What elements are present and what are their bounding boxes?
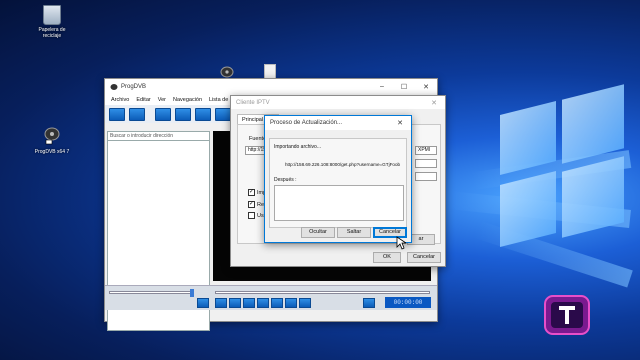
menu-item-navegacion[interactable]: Navegación — [173, 97, 202, 103]
menu-item-editar[interactable]: Editar — [136, 97, 150, 103]
playback-button[interactable] — [229, 298, 241, 308]
close-button[interactable]: ✕ — [423, 96, 445, 109]
importing-label: Importando archivo... — [274, 144, 321, 150]
option-select[interactable] — [415, 159, 437, 168]
update-progress-dialog: Proceso de Actualización... ✕ Importando… — [264, 115, 412, 243]
desktop-icon-progdvb[interactable]: ProgDVB x64 7 — [30, 125, 74, 155]
importing-url: http://158.69.226.108:8000/get.php?usern… — [285, 162, 401, 167]
playback-button[interactable] — [215, 298, 227, 308]
format-select[interactable]: XPMI — [415, 146, 437, 155]
volume-slider[interactable] — [109, 289, 194, 297]
playback-button[interactable] — [285, 298, 297, 308]
option-field[interactable] — [415, 172, 437, 181]
desktop-icon-label: ProgDVB x64 7 — [34, 149, 70, 155]
skip-button[interactable]: Saltar — [337, 227, 371, 238]
playback-button[interactable] — [243, 298, 255, 308]
close-button[interactable]: ✕ — [389, 116, 411, 130]
close-button[interactable]: ✕ — [415, 79, 437, 94]
hide-button[interactable]: Ocultar — [301, 227, 335, 238]
checkbox-box[interactable] — [248, 212, 255, 219]
channel-logo-watermark — [544, 295, 590, 335]
maximize-button[interactable]: ☐ — [393, 79, 415, 94]
playback-button[interactable] — [197, 298, 209, 308]
toolbar-button[interactable] — [155, 107, 171, 121]
playback-bar: 00:00:00 — [105, 285, 437, 310]
slider-knob[interactable] — [190, 289, 194, 297]
after-label: Después : — [274, 177, 297, 183]
cancel-button[interactable]: Cancelar — [407, 252, 441, 263]
checkbox-box[interactable]: ✓ — [248, 189, 255, 196]
satellite-dish-icon — [110, 83, 118, 90]
iptv-titlebar[interactable]: Cliente IPTV ✕ — [231, 96, 445, 109]
playback-button[interactable] — [299, 298, 311, 308]
menu-item-ver[interactable]: Ver — [158, 97, 166, 103]
menu-item-archivo[interactable]: Archivo — [111, 97, 129, 103]
minimize-button[interactable]: – — [371, 79, 393, 94]
toolbar-button[interactable] — [109, 107, 125, 121]
toolbar-button[interactable] — [215, 107, 231, 121]
dialog-title: Cliente IPTV — [236, 99, 270, 106]
ok-button[interactable]: OK — [373, 252, 401, 263]
timecode-display: 00:00:00 — [385, 297, 431, 308]
toolbar-button[interactable] — [195, 107, 211, 121]
dialog-title: Proceso de Actualización... — [270, 120, 343, 126]
toolbar-button[interactable] — [175, 107, 191, 121]
window-title: ProgDVB — [121, 83, 147, 90]
checkbox-box[interactable]: ✓ — [248, 201, 255, 208]
playback-button[interactable] — [271, 298, 283, 308]
after-textbox[interactable] — [274, 185, 404, 221]
progdvb-titlebar[interactable]: ProgDVB – ☐ ✕ — [105, 79, 437, 94]
search-input[interactable]: Buscar o introducir dirección — [108, 132, 209, 141]
desktop-icon-label: Papelera de reciclaje — [38, 27, 66, 39]
update-titlebar[interactable]: Proceso de Actualización... ✕ — [265, 116, 411, 130]
satellite-dish-icon — [44, 127, 60, 145]
seek-slider[interactable] — [215, 291, 430, 294]
playback-button[interactable] — [257, 298, 269, 308]
windows-logo-pane — [500, 171, 556, 247]
toolbar-button[interactable] — [129, 107, 145, 121]
recycle-bin-icon — [43, 5, 61, 25]
mouse-cursor-icon — [396, 236, 406, 250]
playback-button[interactable] — [363, 298, 375, 308]
desktop-icon-recycle-bin[interactable]: Papelera de reciclaje — [30, 5, 74, 39]
